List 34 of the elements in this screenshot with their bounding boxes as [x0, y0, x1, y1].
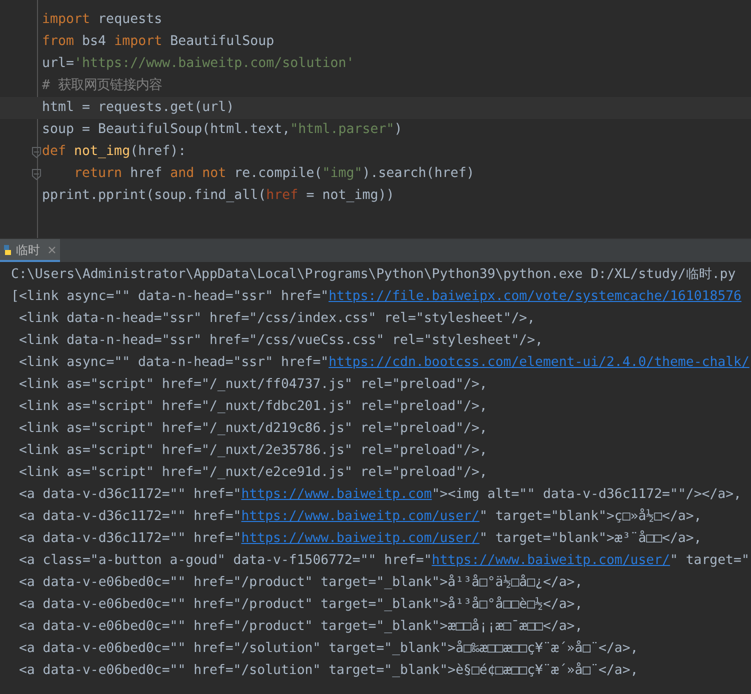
console-line: <link as="script" href="/_nuxt/ff04737.js" rel="preload"/>,: [18, 376, 488, 394]
console-line: <a data-v-e06bed0c="" href="/product" target="_blank">å¹³å□°ä½□å□¿</a>,: [18, 573, 584, 592]
code-line: pprint.pprint(soup.find_all(href = not_img)): [42, 187, 394, 206]
console-line: <link as="script" href="/_nuxt/e2ce91d.js" rel="preload"/>,: [18, 464, 488, 482]
console-line: <a data-v-d36c1172="" href="https://www.baiweitp.com/user/" target="blank">æ³¨å□□</a>,: [18, 529, 703, 548]
code-line: from bs4 import BeautifulSoup: [42, 33, 274, 52]
close-icon[interactable]: [48, 246, 56, 254]
code-line: # 获取网页链接内容: [42, 76, 162, 96]
code-editor[interactable]: [0, 0, 751, 238]
code-line: url='https://www.baiweitp.com/solution': [42, 55, 354, 74]
fold-icon[interactable]: [32, 147, 41, 158]
console-line: C:\Users\Administrator\AppData\Local\Programs\Python\Python39\python.exe D:/XL/study/临时.py: [11, 266, 737, 284]
console-line: <link data-n-head="ssr" href="/css/vueCss.css" rel="stylesheet"/>,: [18, 332, 544, 350]
console-line: <a data-v-e06bed0c="" href="/product" target="_blank">å¹³å□°å□□è□½</a>,: [18, 595, 584, 614]
console-line: <a data-v-e06bed0c="" href="/solution" target="_blank">å□‰æ□□æ□□ç¥¨æ´»å□¨</a>,: [18, 639, 640, 658]
console-line: <link data-n-head="ssr" href="/css/index.css" rel="stylesheet"/>,: [18, 310, 536, 328]
console-line: <a data-v-e06bed0c="" href="/solution" target="_blank">è§□é¢□æ□□ç¥¨æ´»å□¨</a>,: [18, 661, 640, 680]
console-line: <link as="script" href="/_nuxt/d219c86.js" rel="preload"/>,: [18, 420, 488, 438]
code-line: html = requests.get(url): [42, 99, 234, 118]
console-line: <link as="script" href="/_nuxt/fdbc201.js" rel="preload"/>,: [18, 398, 488, 416]
code-line: return href and not re.compile("img").search(href): [73, 165, 474, 184]
console-line: <a data-v-d36c1172="" href="https://www.baiweitp.com/user/" target="blank">ç□»å½□</a>,: [18, 507, 703, 526]
console-line: <a data-v-e06bed0c="" href="/product" target="_blank">æ□□å¡¡æ□¯æ□□</a>,: [18, 617, 584, 636]
console-line: [<link async="" data-n-head="ssr" href="https://file.baiweipx.com/vote/systemcache/161018576: [11, 288, 742, 306]
snake-icon: [2, 244, 12, 256]
code-line: def not_img(href):: [42, 143, 186, 162]
console-line: <link as="script" href="/_nuxt/2e35786.js" rel="preload"/>,: [18, 442, 488, 460]
console-line: <a data-v-d36c1172="" href="https://www.baiweitp.com"><img alt="" data-v-d36c1172=""/></a>,: [18, 486, 742, 504]
code-line: soup = BeautifulSoup(html.text,"html.parser"): [42, 121, 402, 140]
fold-icon[interactable]: [32, 169, 41, 180]
code-line: import requests: [42, 11, 162, 30]
console-line: <a class="a-button a-goud" data-v-f1506772="" href="https://www.baiweitp.com/user/" target=": [18, 552, 750, 570]
run-tab[interactable]: 临时: [0, 239, 60, 262]
console-line: <link async="" data-n-head="ssr" href="https://cdn.bootcss.com/element-ui/2.4.0/theme-chalk/: [18, 354, 750, 372]
